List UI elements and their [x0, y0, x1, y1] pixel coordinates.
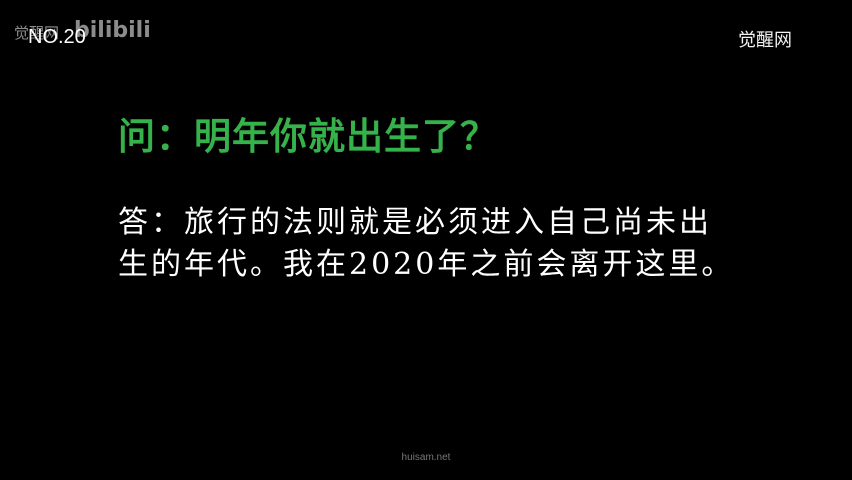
footer-url-watermark: huisam.net — [401, 452, 451, 463]
question-text: 问：明年你就出生了？ — [118, 115, 498, 158]
site-name-watermark-right: 觉醒网 — [738, 30, 792, 51]
episode-number: NO.20 — [28, 26, 86, 48]
answer-text: 答：旅行的法则就是必须进入自己尚未出生的年代。我在2020年之前会离开这里。 — [118, 205, 735, 282]
